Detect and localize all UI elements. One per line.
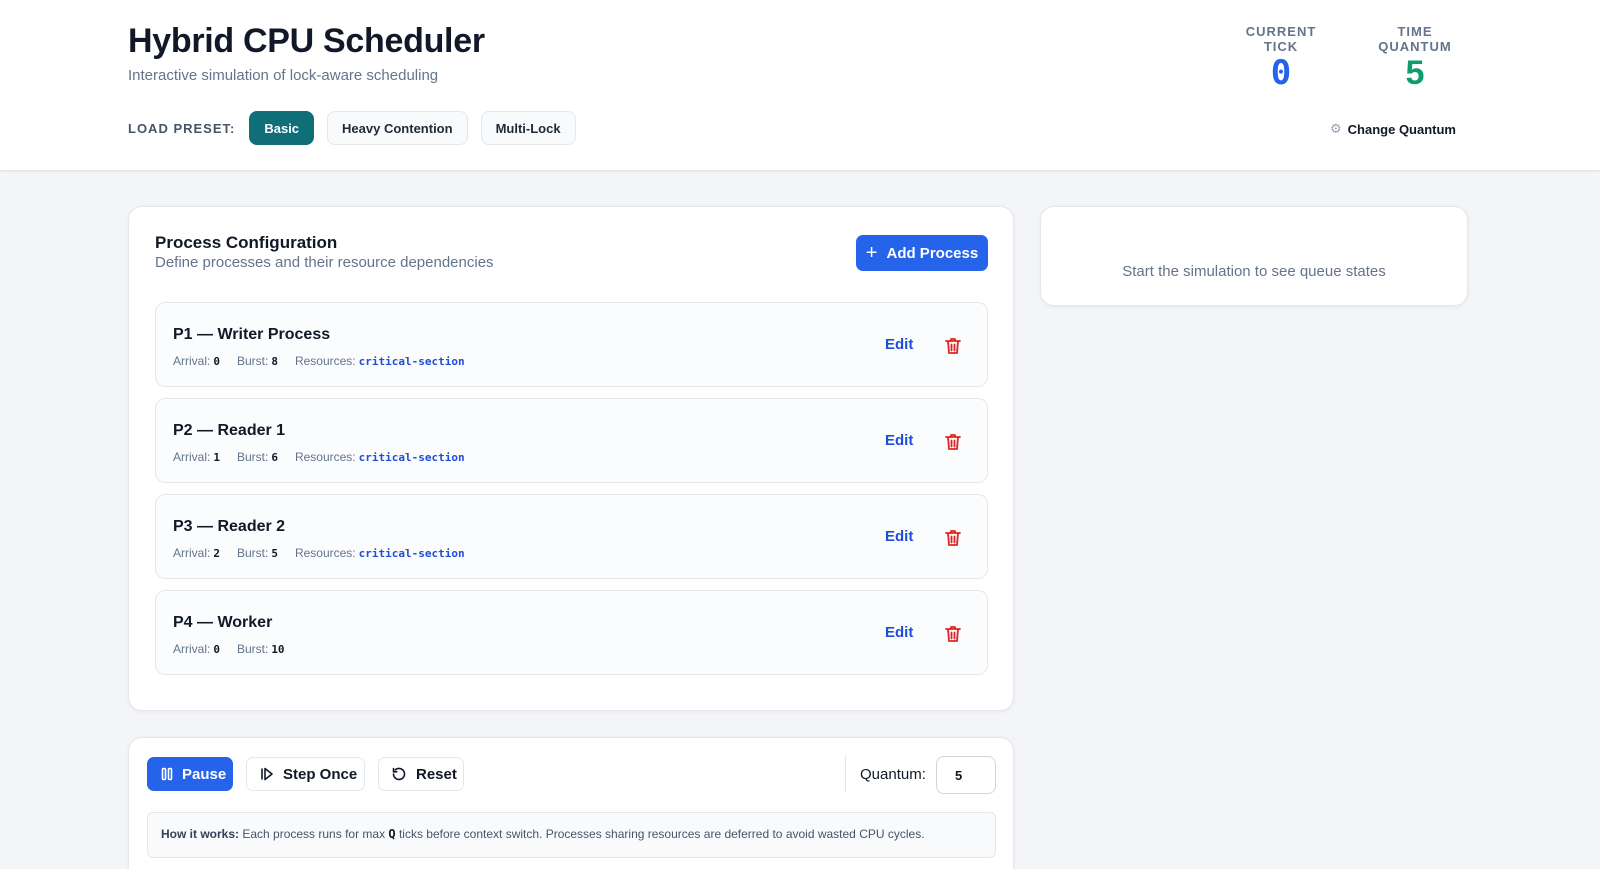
arrival-label: Arrival: [173, 450, 211, 464]
resources-label: Resources: [294, 354, 356, 368]
step-once-label: Step Once [283, 765, 358, 783]
process-configuration-card: Process Configuration Define processes a… [128, 206, 1014, 711]
edit-process-button[interactable]: Edit [885, 432, 913, 449]
edit-process-button[interactable]: Edit [885, 528, 913, 545]
app-subtitle: Interactive simulation of lock-aware sch… [128, 67, 439, 84]
trash-icon[interactable] [944, 624, 962, 644]
process-item: P1 — Writer Process Arrival: 0 Burst: 8 … [155, 302, 988, 387]
add-process-button[interactable]: + Add Process [856, 235, 988, 271]
app-header: Hybrid CPU Scheduler Interactive simulat… [0, 0, 1600, 171]
app-title: Hybrid CPU Scheduler [128, 22, 485, 60]
arrival-value: 0 [213, 354, 220, 368]
how-it-works-note: How it works: Each process runs for max … [147, 812, 996, 858]
queue-states-card: Start the simulation to see queue states [1040, 206, 1468, 306]
trash-icon[interactable] [944, 528, 962, 548]
add-process-label: Add Process [886, 244, 979, 262]
process-name: P4 — Worker [173, 614, 273, 631]
time-quantum-label: TIME QUANTUM [1378, 24, 1452, 54]
resources-value: critical-section [358, 450, 465, 464]
step-forward-icon [261, 767, 273, 781]
arrival-label: Arrival: [173, 354, 211, 368]
process-meta: Arrival: 2 Burst: 5 Resources: critical-… [173, 546, 465, 560]
burst-value: 8 [271, 354, 278, 368]
gear-icon: ⚙ [1330, 121, 1342, 136]
how-it-works-label: How it works: [161, 827, 240, 841]
process-meta: Arrival: 0 Burst: 10 [173, 642, 302, 656]
reset-label: Reset [416, 765, 457, 783]
trash-icon[interactable] [944, 432, 962, 452]
arrival-value: 0 [213, 642, 220, 656]
arrival-value: 1 [213, 450, 220, 464]
config-title: Process Configuration [155, 233, 338, 252]
how-it-works-text-2: ticks before context switch. Processes s… [395, 827, 925, 841]
pause-label: Pause [182, 765, 227, 783]
quantum-input[interactable] [936, 756, 996, 794]
process-item: P2 — Reader 1 Arrival: 1 Burst: 6 Resour… [155, 398, 988, 483]
current-tick-stat: CURRENT TICK 0 [1231, 24, 1331, 90]
time-quantum-stat: TIME QUANTUM 5 [1360, 24, 1470, 90]
process-meta: Arrival: 1 Burst: 6 Resources: critical-… [173, 450, 465, 464]
trash-icon[interactable] [944, 336, 962, 356]
preset-basic-button[interactable]: Basic [249, 111, 315, 145]
reset-icon [392, 767, 406, 781]
how-it-works-text-1: Each process runs for max [239, 827, 389, 841]
process-meta: Arrival: 0 Burst: 8 Resources: critical-… [173, 354, 465, 368]
burst-label: Burst: [236, 354, 269, 368]
arrival-label: Arrival: [173, 642, 211, 656]
burst-value: 6 [271, 450, 278, 464]
process-name: P2 — Reader 1 [173, 422, 286, 439]
preset-multi-lock-button[interactable]: Multi-Lock [480, 111, 576, 145]
process-item: P3 — Reader 2 Arrival: 2 Burst: 5 Resour… [155, 494, 988, 579]
change-quantum-button[interactable]: ⚙ Change Quantum [1330, 117, 1456, 141]
config-subtitle: Define processes and their resource depe… [155, 254, 494, 271]
burst-label: Burst: [236, 546, 269, 560]
simulation-controls-card: Pause Step Once Reset Quantum: How it wo… [128, 737, 1014, 869]
arrival-value: 2 [213, 546, 220, 560]
resources-label: Resources: [294, 546, 356, 560]
current-tick-value: 0 [1270, 53, 1292, 93]
current-tick-label: CURRENT TICK [1245, 24, 1317, 54]
plus-icon: + [865, 242, 878, 264]
process-name: P1 — Writer Process [173, 326, 331, 343]
time-quantum-value: 5 [1405, 54, 1425, 92]
edit-process-button[interactable]: Edit [885, 624, 913, 641]
preset-row: LOAD PRESET: Basic Heavy Contention Mult… [128, 111, 589, 145]
preset-label: LOAD PRESET: [128, 120, 236, 136]
edit-process-button[interactable]: Edit [885, 336, 913, 353]
burst-label: Burst: [236, 450, 269, 464]
pause-button[interactable]: Pause [147, 757, 233, 791]
queue-empty-message: Start the simulation to see queue states [1122, 263, 1386, 280]
quantum-label: Quantum: [860, 766, 926, 783]
quantum-symbol: Q [388, 827, 396, 841]
resources-value: critical-section [358, 546, 465, 560]
process-name: P3 — Reader 2 [173, 518, 286, 535]
pause-icon [161, 767, 173, 781]
resources-label: Resources: [294, 450, 356, 464]
preset-heavy-contention-button[interactable]: Heavy Contention [327, 111, 468, 145]
burst-label: Burst: [236, 642, 269, 656]
burst-value: 5 [271, 546, 278, 560]
process-item: P4 — Worker Arrival: 0 Burst: 10 Edit [155, 590, 988, 675]
resources-value: critical-section [358, 354, 465, 368]
step-once-button[interactable]: Step Once [246, 757, 365, 791]
divider [845, 755, 846, 793]
change-quantum-label: Change Quantum [1347, 121, 1456, 137]
reset-button[interactable]: Reset [378, 757, 464, 791]
burst-value: 10 [271, 642, 285, 656]
arrival-label: Arrival: [173, 546, 211, 560]
